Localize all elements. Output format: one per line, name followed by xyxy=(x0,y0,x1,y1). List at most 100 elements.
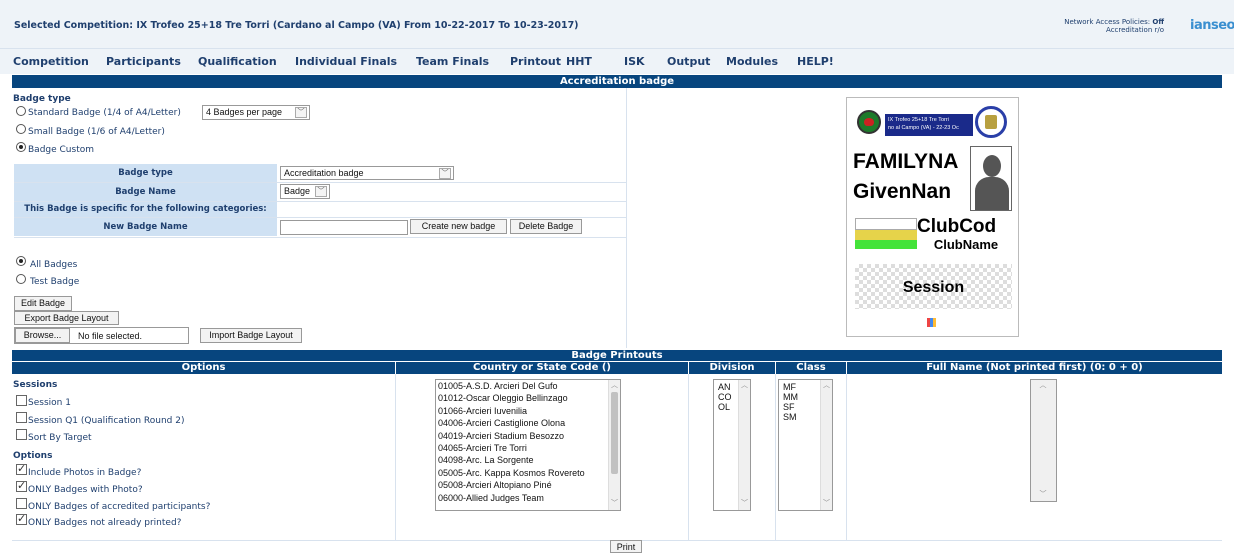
divider xyxy=(626,88,627,348)
file-status: No file selected. xyxy=(78,331,143,341)
delete-badge-button[interactable]: Delete Badge xyxy=(510,219,582,234)
photo-placeholder-icon xyxy=(970,146,1012,211)
scroll-thumb[interactable] xyxy=(611,392,618,474)
only-with-photo-checkbox[interactable] xyxy=(16,479,27,492)
print-button[interactable]: Print xyxy=(610,540,642,553)
scroll-down-icon[interactable]: ﹀ xyxy=(821,499,832,509)
full-name-scrollbar[interactable]: ︿ ﹀ xyxy=(1031,380,1056,501)
country-scrollbar[interactable]: ︿ ﹀ xyxy=(608,380,620,510)
radio-all-badges[interactable] xyxy=(16,256,26,266)
radio-small-badge[interactable] xyxy=(16,124,26,134)
menu-modules[interactable]: Modules xyxy=(726,55,778,68)
radio-test-badge[interactable] xyxy=(16,274,26,284)
menu-printout[interactable]: Printout xyxy=(510,55,561,68)
country-option[interactable]: 01012-Oscar Oleggio Bellinzago xyxy=(436,392,620,404)
badge-name-label: Badge Name xyxy=(14,183,277,201)
edit-badge-button[interactable]: Edit Badge xyxy=(14,296,72,311)
country-option[interactable]: 04065-Arcieri Tre Torri xyxy=(436,442,620,454)
scroll-down-icon[interactable]: ﹀ xyxy=(1031,490,1056,500)
menu-help[interactable]: HELP! xyxy=(797,55,834,68)
given-name-text: GivenNan xyxy=(853,180,952,203)
section-title: Accreditation badge xyxy=(559,76,675,87)
accreditation-status: Accreditation r/o xyxy=(1106,26,1164,34)
country-option[interactable]: 05005-Arc. Kappa Kosmos Rovereto xyxy=(436,467,620,479)
export-badge-layout-button[interactable]: Export Badge Layout xyxy=(14,311,119,325)
sort-by-target-label: Sort By Target xyxy=(28,433,92,443)
badges-per-page-value: 4 Badges per page xyxy=(206,107,283,117)
create-badge-button[interactable]: Create new badge xyxy=(410,219,507,234)
new-badge-name-input[interactable] xyxy=(280,220,408,235)
radio-small-label: Small Badge (1/6 of A4/Letter) xyxy=(28,127,165,137)
country-option[interactable]: 04019-Arcieri Stadium Besozzo xyxy=(436,430,620,442)
badge-type-label: Badge type xyxy=(14,164,277,182)
country-option[interactable]: 05008-Arcieri Altopiano Piné xyxy=(436,479,620,491)
col-options: Options xyxy=(12,362,395,374)
country-listbox[interactable]: 01005-A.S.D. Arcieri Del Gufo 01012-Oscar… xyxy=(435,379,621,511)
scroll-up-icon[interactable]: ︿ xyxy=(821,381,832,391)
color-bar-green xyxy=(855,240,917,249)
radio-standard-badge[interactable] xyxy=(16,106,26,116)
ianseo-logo[interactable]: ianseo xyxy=(1190,18,1234,33)
menu-individual-finals[interactable]: Individual Finals xyxy=(295,55,397,68)
import-badge-layout-button[interactable]: Import Badge Layout xyxy=(200,328,302,343)
scroll-down-icon[interactable]: ﹀ xyxy=(609,499,620,509)
badge-name-select[interactable]: Badge ﹀ xyxy=(280,184,330,199)
only-not-printed-checkbox[interactable] xyxy=(16,512,27,525)
col-country: Country or State Code () xyxy=(396,362,688,374)
include-photos-checkbox[interactable] xyxy=(16,462,27,475)
club-name-text: ClubName xyxy=(933,238,999,252)
sessions-title: Sessions xyxy=(13,380,58,390)
radio-custom-badge[interactable] xyxy=(16,142,26,152)
new-badge-label: New Badge Name xyxy=(14,218,277,236)
class-scrollbar[interactable]: ︿ ﹀ xyxy=(820,380,832,510)
chevron-down-icon: ﹀ xyxy=(315,186,327,197)
divider xyxy=(846,374,847,540)
country-option[interactable]: 04098-Arc. La Sorgente xyxy=(436,454,620,466)
only-accredited-label: ONLY Badges of accredited participants? xyxy=(28,502,211,512)
sort-by-target-checkbox[interactable] xyxy=(16,429,27,440)
only-accredited-checkbox[interactable] xyxy=(16,498,27,509)
country-option[interactable]: 06000-Allied Judges Team xyxy=(436,492,620,504)
printouts-title: Badge Printouts xyxy=(571,350,663,361)
country-option[interactable]: 04006-Arcieri Castiglione Olona xyxy=(436,417,620,429)
menu-participants[interactable]: Participants xyxy=(106,55,181,68)
badge-preview: IX Trofeo 25+18 Tre Torri no al Campo (V… xyxy=(846,97,1019,337)
division-scrollbar[interactable]: ︿ ﹀ xyxy=(738,380,750,510)
family-name-text: FAMILYNA xyxy=(853,150,959,173)
col-division: Division xyxy=(689,362,775,374)
options-title: Options xyxy=(13,451,53,461)
session-1-checkbox[interactable] xyxy=(16,395,27,406)
menu-isk[interactable]: ISK xyxy=(624,55,645,68)
network-label: Network Access Policies: xyxy=(1064,18,1151,26)
scroll-up-icon[interactable]: ︿ xyxy=(739,381,750,391)
badge-name-value: Badge xyxy=(284,186,311,196)
browse-button[interactable]: Browse... xyxy=(15,328,70,343)
federation-logo-icon xyxy=(975,106,1007,138)
scroll-up-icon[interactable]: ︿ xyxy=(609,381,620,391)
full-name-listbox[interactable]: ︿ ﹀ xyxy=(1030,379,1057,502)
division-listbox[interactable]: AN CO OL ︿ ﹀ xyxy=(713,379,751,511)
network-status: Network Access Policies: Off Accreditati… xyxy=(1064,18,1164,34)
scroll-down-icon[interactable]: ﹀ xyxy=(739,499,750,509)
event-banner: IX Trofeo 25+18 Tre Torri no al Campo (V… xyxy=(885,114,973,136)
menu-hht[interactable]: HHT xyxy=(566,55,592,68)
menu-team-finals[interactable]: Team Finals xyxy=(416,55,489,68)
menu-output[interactable]: Output xyxy=(667,55,710,68)
session-text: Session xyxy=(902,279,965,296)
badges-per-page-select[interactable]: 4 Badges per page ﹀ xyxy=(202,105,310,120)
menu-competition[interactable]: Competition xyxy=(13,55,89,68)
radio-custom-label: Badge Custom xyxy=(28,145,94,155)
country-option[interactable]: 01005-A.S.D. Arcieri Del Gufo xyxy=(436,380,620,392)
section-header: Accreditation badge xyxy=(12,75,1222,88)
event-name: IX Trofeo 25+18 Tre Torri xyxy=(888,117,949,123)
row-divider xyxy=(14,237,626,238)
test-badge-label: Test Badge xyxy=(30,277,80,287)
session-q1-checkbox[interactable] xyxy=(16,412,27,423)
edit-preview-icon[interactable] xyxy=(927,318,936,327)
divider xyxy=(775,374,776,540)
country-option[interactable]: 01066-Arcieri Iuvenilia xyxy=(436,405,620,417)
badge-type-select[interactable]: Accreditation badge ﹀ xyxy=(280,166,454,180)
menu-qualification[interactable]: Qualification xyxy=(198,55,277,68)
class-listbox[interactable]: MF MM SF SM ︿ ﹀ xyxy=(778,379,833,511)
scroll-up-icon[interactable]: ︿ xyxy=(1031,381,1056,391)
